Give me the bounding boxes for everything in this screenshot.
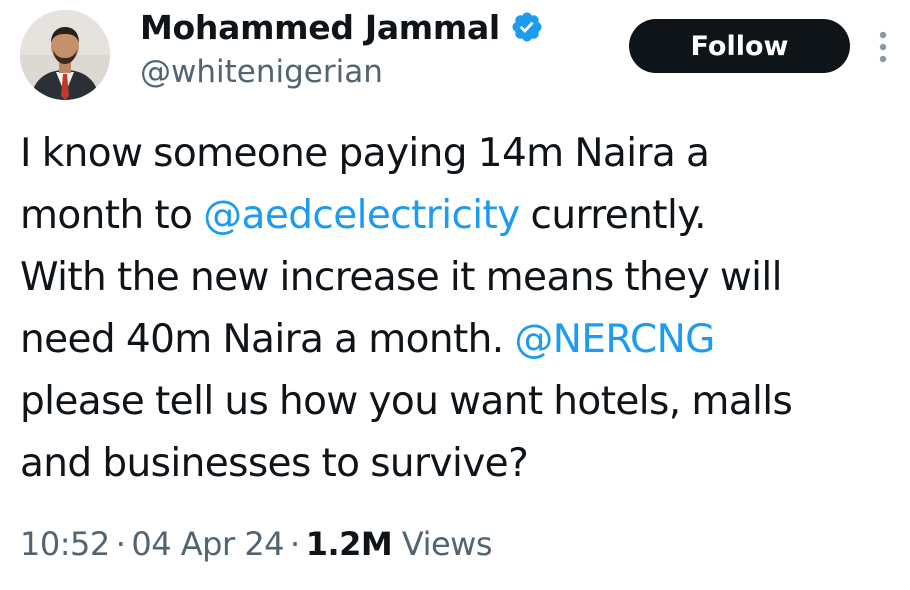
meta-separator: · bbox=[115, 525, 126, 563]
tweet-text-segment: I know someone paying 14m Naira a bbox=[20, 131, 710, 176]
tweet-text-segment: currently. bbox=[519, 193, 707, 238]
tweet-line: and businesses to survive? bbox=[20, 433, 905, 495]
tweet-line: With the new increase it means they will bbox=[20, 247, 905, 309]
mention-link-aedcelectricity[interactable]: @aedcelectricity bbox=[203, 193, 520, 238]
avatar-photo-icon bbox=[20, 10, 110, 100]
mention-link-nercng[interactable]: @NERCNG bbox=[514, 317, 715, 362]
author-name-row: Mohammed Jammal bbox=[140, 4, 544, 50]
tweet-meta: 10:52 · 04 Apr 24 · 1.2M Views bbox=[20, 525, 493, 563]
views-count[interactable]: 1.2M bbox=[306, 525, 393, 563]
author-avatar[interactable] bbox=[20, 10, 110, 100]
tweet-header: Mohammed Jammal @whitenigerian Follow bbox=[0, 0, 910, 110]
tweet-text-segment: With the new increase it means they will bbox=[20, 255, 782, 300]
more-options-button[interactable] bbox=[872, 28, 894, 66]
tweet-text-segment: and businesses to survive? bbox=[20, 441, 529, 486]
tweet-date[interactable]: 04 Apr 24 bbox=[131, 525, 284, 563]
verified-badge-icon[interactable] bbox=[510, 10, 544, 44]
tweet-text-segment: please tell us how you want hotels, mall… bbox=[20, 379, 793, 424]
tweet-time[interactable]: 10:52 bbox=[20, 525, 110, 563]
meta-separator: · bbox=[290, 525, 300, 563]
author-handle[interactable]: @whitenigerian bbox=[140, 54, 383, 90]
tweet-text: I know someone paying 14m Naira a month … bbox=[20, 123, 905, 495]
vertical-ellipsis-icon bbox=[879, 31, 887, 63]
tweet-line: please tell us how you want hotels, mall… bbox=[20, 371, 905, 433]
tweet-line: need 40m Naira a month. @NERCNG bbox=[20, 309, 905, 371]
views-label[interactable]: Views bbox=[402, 525, 493, 563]
follow-button[interactable]: Follow bbox=[629, 19, 850, 73]
author-display-name[interactable]: Mohammed Jammal bbox=[140, 8, 500, 47]
tweet-text-segment: month to bbox=[20, 193, 204, 238]
tweet-text-segment: need 40m Naira a month. bbox=[20, 317, 515, 362]
tweet-line: I know someone paying 14m Naira a bbox=[20, 123, 905, 185]
tweet-line: month to @aedcelectricity currently. bbox=[20, 185, 905, 247]
